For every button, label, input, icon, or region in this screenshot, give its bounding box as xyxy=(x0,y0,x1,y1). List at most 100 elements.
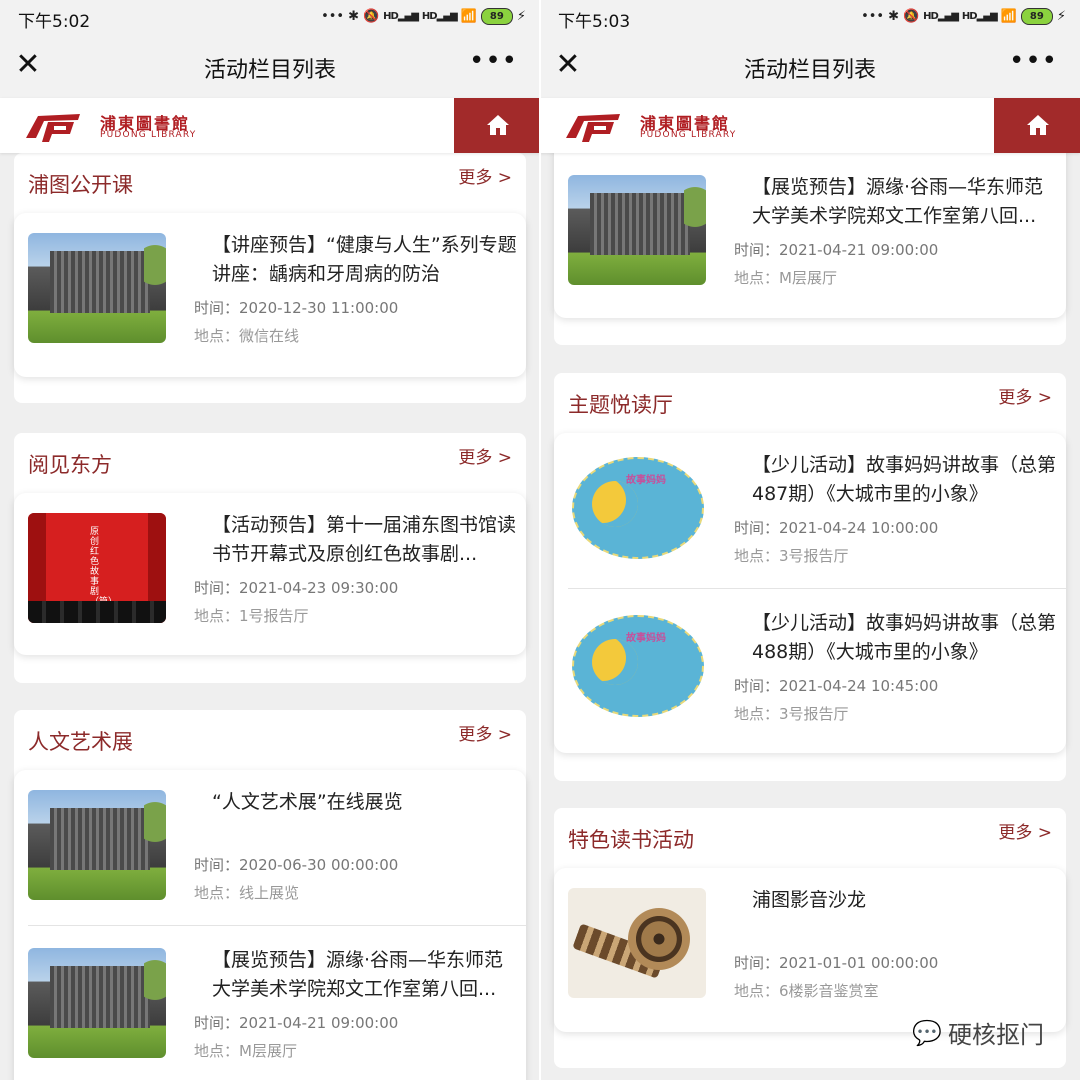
page-title: 活动栏目列表 xyxy=(743,58,876,83)
content-list[interactable]: 【展览预告】源缘·谷雨—华东师范大学美术学院郑文工作室第八回... 时间：202… xyxy=(540,153,1080,1080)
library-header: 浦東圖書館 PUDONG LIBRARY xyxy=(0,98,540,153)
signal-icon-2: HD▂▄▆ xyxy=(421,11,458,22)
list-item[interactable]: 原创红色故事剧（篇） 【活动预告】第十一届浦东图书馆读书节开幕式及原创红色故事剧… xyxy=(14,493,526,649)
home-button[interactable] xyxy=(994,98,1080,153)
event-thumbnail xyxy=(28,948,166,1058)
bluetooth-icon: ✱ xyxy=(888,9,899,24)
section-more-link[interactable]: 更多 > xyxy=(458,163,512,188)
section-title: 人文艺术展 xyxy=(28,730,133,754)
wifi-icon: 📶 xyxy=(1000,9,1017,24)
section-reading-east: 阅见东方 更多 > 原创红色故事剧（篇） 【活动预告】第十一届浦东图书馆读书节开… xyxy=(14,433,526,683)
event-place: 地点：M层展厅 xyxy=(734,269,837,287)
phone-screen-left: 下午5:02 ••• ✱ 🔕 HD▂▄▆ HD▂▄▆ 📶 89 ⚡ ✕ 活动栏目… xyxy=(0,0,540,1080)
section-title: 主题悦读厅 xyxy=(568,393,673,417)
event-time: 时间：2021-04-24 10:45:00 xyxy=(734,677,939,695)
section-title: 浦图公开课 xyxy=(28,173,133,197)
section-title: 阅见东方 xyxy=(28,453,112,477)
section-public-course: 浦图公开课 更多 > 【讲座预告】“健康与人生”系列专题讲座：龋病和牙周病的防治… xyxy=(14,153,526,403)
thumbnail-text: 故事妈妈 xyxy=(626,475,666,486)
home-button[interactable] xyxy=(454,98,540,153)
section-more-link[interactable]: 更多 > xyxy=(458,443,512,468)
event-card: 【展览预告】源缘·谷雨—华东师范大学美术学院郑文工作室第八回... 时间：202… xyxy=(554,153,1066,318)
status-icons: ••• ✱ 🔕 HD▂▄▆ HD▂▄▆ 📶 89 ⚡ xyxy=(861,8,1066,25)
watermark: 💬 硬核抠门 xyxy=(912,1015,1044,1050)
item-divider xyxy=(568,588,1066,589)
event-card: 故事妈妈 【少儿活动】故事妈妈讲故事（总第487期）《大城市里的小象》 时间：2… xyxy=(554,433,1066,753)
mute-icon: 🔕 xyxy=(902,9,920,24)
event-place: 地点：6楼影音鉴赏室 xyxy=(734,982,879,1000)
event-card: “人文艺术展”在线展览 时间：2020-06-30 00:00:00 地点：线上… xyxy=(14,770,526,1080)
more-options-button[interactable]: ••• xyxy=(1009,46,1058,76)
event-thumbnail xyxy=(28,233,166,343)
event-time: 时间：2021-04-23 09:30:00 xyxy=(194,579,399,597)
event-place: 地点：微信在线 xyxy=(194,327,300,345)
phone-screen-right: 下午5:03 ••• ✱ 🔕 HD▂▄▆ HD▂▄▆ 📶 89 ⚡ ✕ 活动栏目… xyxy=(540,0,1080,1080)
event-title: 【活动预告】第十一届浦东图书馆读书节开幕式及原创红色故事剧... xyxy=(212,514,517,565)
event-time: 时间：2021-01-01 00:00:00 xyxy=(734,954,939,972)
page-title: 活动栏目列表 xyxy=(203,58,336,83)
library-logo-mark xyxy=(566,114,620,142)
event-place: 地点：M层展厅 xyxy=(194,1042,297,1060)
list-item[interactable]: “人文艺术展”在线展览 时间：2020-06-30 00:00:00 地点：线上… xyxy=(14,770,526,926)
event-title: 【少儿活动】故事妈妈讲故事（总第487期）《大城市里的小象》 xyxy=(752,454,1057,505)
more-dots-icon: ••• xyxy=(321,9,345,24)
content-list[interactable]: 浦图公开课 更多 > 【讲座预告】“健康与人生”系列专题讲座：龋病和牙周病的防治… xyxy=(0,153,540,1080)
item-divider xyxy=(28,925,526,926)
charging-icon: ⚡ xyxy=(1056,9,1066,24)
event-thumbnail: 原创红色故事剧（篇） xyxy=(28,513,166,623)
event-place: 地点：线上展览 xyxy=(194,884,300,902)
home-icon xyxy=(1027,115,1049,135)
section-title: 特色读书活动 xyxy=(568,828,694,852)
battery-icon: 89 xyxy=(480,8,513,25)
event-place: 地点：3号报告厅 xyxy=(734,547,849,565)
section-more-link[interactable]: 更多 > xyxy=(998,383,1052,408)
event-thumbnail xyxy=(28,790,166,900)
charging-icon: ⚡ xyxy=(516,9,526,24)
status-bar: 下午5:02 ••• ✱ 🔕 HD▂▄▆ HD▂▄▆ 📶 89 ⚡ xyxy=(0,0,540,36)
event-time: 时间：2020-06-30 00:00:00 xyxy=(194,856,399,874)
event-title: 【展览预告】源缘·谷雨—华东师范大学美术学院郑文工作室第八回... xyxy=(212,949,504,1000)
signal-icon-2: HD▂▄▆ xyxy=(961,11,998,22)
status-bar: 下午5:03 ••• ✱ 🔕 HD▂▄▆ HD▂▄▆ 📶 89 ⚡ xyxy=(540,0,1080,36)
event-place: 地点：1号报告厅 xyxy=(194,607,309,625)
event-title: 浦图影音沙龙 xyxy=(752,889,867,911)
library-logo[interactable]: 浦東圖書館 PUDONG LIBRARY xyxy=(562,108,752,144)
event-time: 时间：2021-04-24 10:00:00 xyxy=(734,519,939,537)
wechat-icon: 💬 xyxy=(912,1018,942,1047)
battery-icon: 89 xyxy=(1020,8,1053,25)
list-item[interactable]: 【展览预告】源缘·谷雨—华东师范大学美术学院郑文工作室第八回... 时间：202… xyxy=(14,928,526,1080)
section-art-exhibition: 人文艺术展 更多 > “人文艺术展”在线展览 时间：2020-06-30 00:… xyxy=(14,710,526,1080)
section-more-link[interactable]: 更多 > xyxy=(458,720,512,745)
event-title: 【展览预告】源缘·谷雨—华东师范大学美术学院郑文工作室第八回... xyxy=(752,176,1044,227)
list-item[interactable]: 故事妈妈 【少儿活动】故事妈妈讲故事（总第488期）《大城市里的小象》 时间：2… xyxy=(554,591,1066,747)
list-item[interactable]: 【展览预告】源缘·谷雨—华东师范大学美术学院郑文工作室第八回... 时间：202… xyxy=(554,155,1066,311)
signal-icon: HD▂▄▆ xyxy=(923,11,959,22)
list-item[interactable]: 故事妈妈 【少儿活动】故事妈妈讲故事（总第487期）《大城市里的小象》 时间：2… xyxy=(554,433,1066,589)
library-header: 浦東圖書館 PUDONG LIBRARY xyxy=(540,98,1080,153)
event-time: 时间：2021-04-21 09:00:00 xyxy=(194,1014,399,1032)
section-more-link[interactable]: 更多 > xyxy=(998,818,1052,843)
event-time: 时间：2021-04-21 09:00:00 xyxy=(734,241,939,259)
section-theme-reading: 主题悦读厅 更多 > 故事妈妈 【少儿活动】故事妈妈讲故事（总第487期）《大城… xyxy=(554,373,1066,781)
event-title: “人文艺术展”在线展览 xyxy=(212,791,403,813)
list-item[interactable]: 浦图影音沙龙 时间：2021-01-01 00:00:00 地点：6楼影音鉴赏室 xyxy=(554,868,1066,1024)
event-thumbnail xyxy=(568,175,706,285)
thumbnail-text: 故事妈妈 xyxy=(626,633,666,644)
event-thumbnail: 故事妈妈 xyxy=(568,453,706,563)
library-logo-mark xyxy=(26,114,80,142)
status-time: 下午5:03 xyxy=(558,12,631,32)
event-time: 时间：2020-12-30 11:00:00 xyxy=(194,299,399,317)
watermark-text: 硬核抠门 xyxy=(948,1021,1044,1049)
library-logo[interactable]: 浦東圖書館 PUDONG LIBRARY xyxy=(22,108,212,144)
event-card: 【讲座预告】“健康与人生”系列专题讲座：龋病和牙周病的防治 时间：2020-12… xyxy=(14,213,526,377)
thumbnail-text: 原创红色故事剧（篇） xyxy=(90,527,117,607)
event-card: 原创红色故事剧（篇） 【活动预告】第十一届浦东图书馆读书节开幕式及原创红色故事剧… xyxy=(14,493,526,655)
list-item[interactable]: 【讲座预告】“健康与人生”系列专题讲座：龋病和牙周病的防治 时间：2020-12… xyxy=(14,213,526,369)
event-card: 浦图影音沙龙 时间：2021-01-01 00:00:00 地点：6楼影音鉴赏室 xyxy=(554,868,1066,1032)
event-thumbnail: 故事妈妈 xyxy=(568,611,706,721)
logo-text-en: PUDONG LIBRARY xyxy=(640,130,737,140)
logo-text-en: PUDONG LIBRARY xyxy=(100,130,197,140)
event-title: 【少儿活动】故事妈妈讲故事（总第488期）《大城市里的小象》 xyxy=(752,612,1057,663)
more-options-button[interactable]: ••• xyxy=(469,46,518,76)
event-place: 地点：3号报告厅 xyxy=(734,705,849,723)
